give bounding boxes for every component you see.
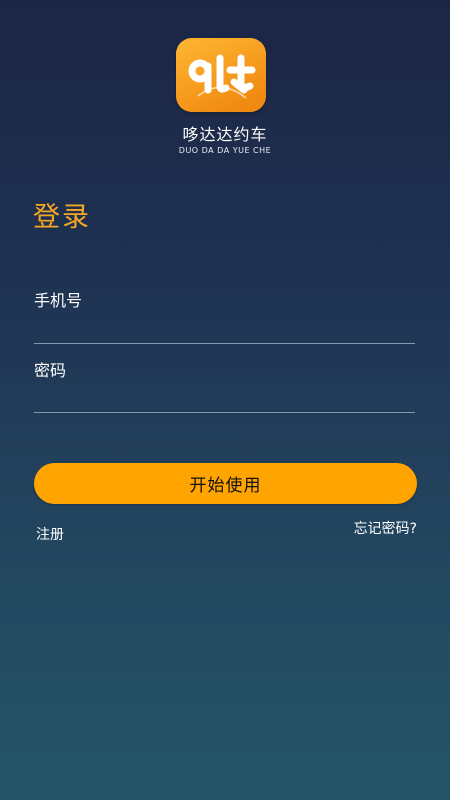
app-subtitle: DUO DA DA YUE CHE <box>178 146 272 155</box>
register-link[interactable]: 注册 <box>36 524 64 544</box>
phone-input[interactable] <box>34 313 414 339</box>
forgot-password-link[interactable]: 忘记密码? <box>354 518 417 538</box>
password-input[interactable] <box>34 383 414 409</box>
app-name: 哆达达约车 <box>182 125 268 144</box>
start-button[interactable]: 开始使用 <box>34 463 417 504</box>
login-screen: 哆达达约车 DUO DA DA YUE CHE 登录 手机号 密码 开始使用 注… <box>0 0 450 800</box>
password-underline <box>34 412 415 413</box>
qdt-logo-icon <box>176 38 266 112</box>
phone-underline <box>34 343 415 344</box>
app-logo <box>176 38 266 112</box>
phone-label: 手机号 <box>34 291 83 310</box>
password-label: 密码 <box>34 361 67 380</box>
page-title: 登录 <box>33 202 91 233</box>
